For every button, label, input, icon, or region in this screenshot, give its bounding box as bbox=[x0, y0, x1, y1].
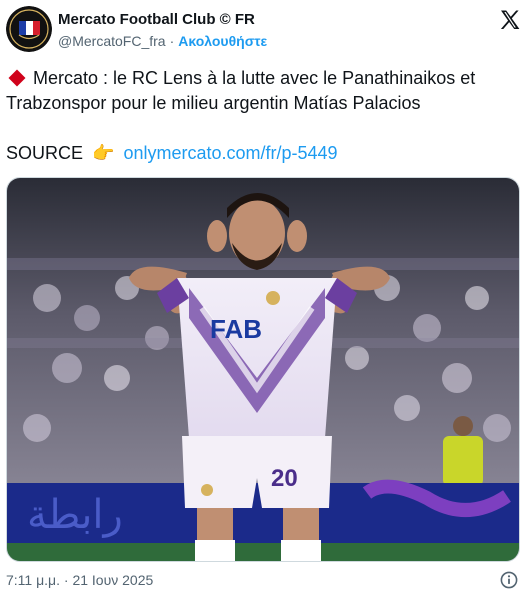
tweet-photo[interactable]: رابطة FAB 20 bbox=[6, 177, 520, 562]
account-name[interactable]: Mercato Football Club © FR bbox=[58, 11, 255, 28]
avatar[interactable] bbox=[6, 6, 52, 52]
x-logo-icon[interactable] bbox=[498, 8, 522, 32]
source-label: SOURCE bbox=[6, 143, 84, 163]
tweet-timestamp[interactable]: 7:11 μ.μ. · 21 Ιουν 2025 bbox=[6, 572, 153, 588]
shirt-number: 20 bbox=[271, 465, 298, 492]
info-icon[interactable] bbox=[500, 571, 518, 589]
player-photo: رابطة FAB 20 bbox=[7, 178, 519, 561]
follow-button[interactable]: Ακολουθήστε bbox=[178, 33, 267, 49]
source-link[interactable]: onlymercato.com/fr/p-5449 bbox=[123, 143, 337, 163]
tweet-text: Mercato : le RC Lens à la lutte avec le … bbox=[6, 66, 524, 116]
tweet-headline: Mercato : le RC Lens à la lutte avec le … bbox=[6, 68, 476, 113]
sponsor-text: FAB bbox=[210, 314, 262, 344]
separator-dot: · bbox=[169, 33, 175, 49]
ad-board-text: رابطة bbox=[27, 492, 123, 538]
club-crest-icon bbox=[6, 6, 52, 52]
source-line: SOURCE 👉 onlymercato.com/fr/p-5449 bbox=[6, 141, 338, 166]
pointing-hand-icon: 👉 bbox=[92, 143, 115, 163]
red-diamond-icon bbox=[8, 69, 26, 87]
handle-row: @MercatoFC_fra · Ακολουθήστε bbox=[58, 33, 267, 49]
account-handle[interactable]: @MercatoFC_fra bbox=[58, 33, 166, 49]
tweet-card: Mercato Football Club © FR @MercatoFC_fr… bbox=[0, 0, 530, 598]
